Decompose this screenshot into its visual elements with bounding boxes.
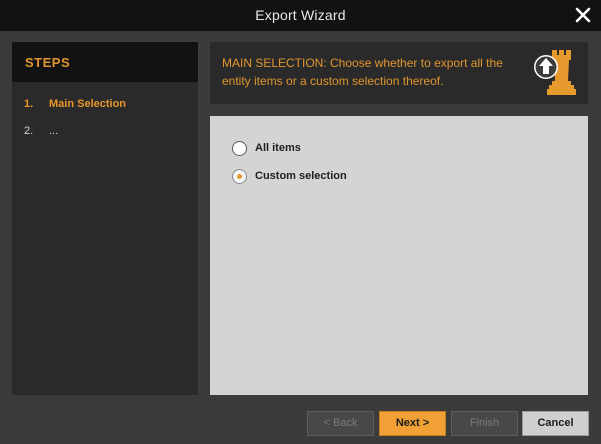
- option-label: Custom selection: [255, 170, 347, 182]
- next-button[interactable]: Next >: [379, 411, 446, 436]
- step-next: 2....: [24, 124, 58, 138]
- custom-selection-radio[interactable]: [232, 168, 247, 184]
- option-custom-selection[interactable]: Custom selection: [232, 168, 347, 184]
- chess-rook-upload-icon: [534, 50, 576, 95]
- title-bar: Export Wizard: [0, 0, 601, 31]
- step-number: 1.: [24, 98, 34, 110]
- step-label: ...: [49, 125, 59, 137]
- all-items-radio[interactable]: [232, 140, 247, 156]
- back-button[interactable]: < Back: [307, 411, 374, 436]
- step-main-selection: 1. Main Selection: [24, 97, 126, 111]
- content-panel: All items Custom selection: [210, 116, 588, 395]
- close-icon[interactable]: [573, 5, 593, 25]
- window-title: Export Wizard: [255, 7, 346, 23]
- cancel-button[interactable]: Cancel: [522, 411, 589, 436]
- option-all-items[interactable]: All items: [232, 140, 301, 156]
- info-text: MAIN SELECTION: Choose whether to export…: [222, 56, 503, 88]
- step-label: Main Selection: [49, 98, 127, 110]
- steps-header: STEPS: [12, 42, 198, 82]
- finish-button[interactable]: Finish: [451, 411, 518, 436]
- steps-panel: STEPS 1. Main Selection 2....: [12, 42, 198, 395]
- info-panel: MAIN SELECTION: Choose whether to export…: [210, 42, 588, 104]
- option-label: All items: [255, 142, 301, 154]
- step-number: 2.: [24, 125, 34, 137]
